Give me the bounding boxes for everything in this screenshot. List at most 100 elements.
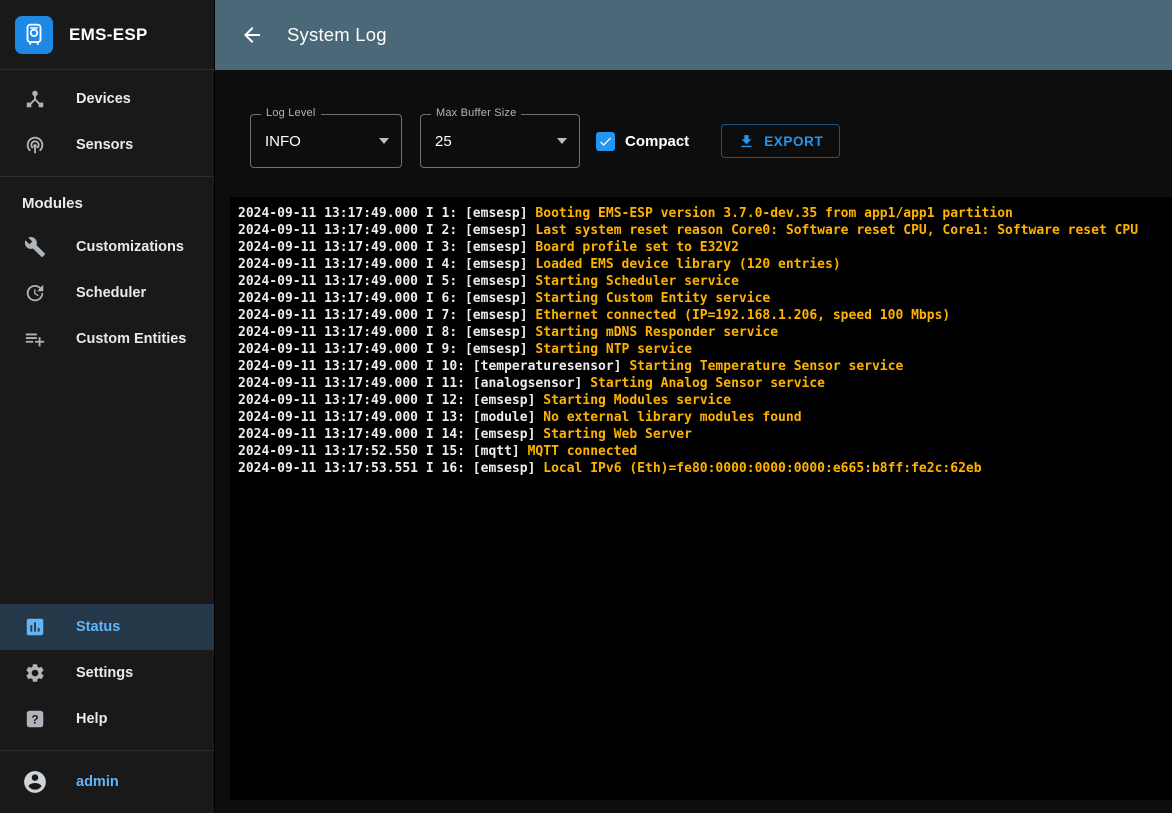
log-entry: 2024-09-11 13:17:49.000 I 11: [analogsen… <box>238 375 1164 392</box>
sidebar-item-sensors[interactable]: Sensors <box>0 122 214 168</box>
max-buffer-size-select-value: 25 <box>435 133 557 150</box>
log-entry: 2024-09-11 13:17:49.000 I 1: [emsesp] Bo… <box>238 205 1164 222</box>
app-logo <box>15 16 53 54</box>
log-entry-message: Starting NTP service <box>535 342 692 357</box>
download-icon <box>738 133 755 150</box>
export-button-label: EXPORT <box>764 134 823 149</box>
log-entry: 2024-09-11 13:17:49.000 I 13: [module] N… <box>238 409 1164 426</box>
sidebar-nav-top: Devices Sensors <box>0 70 214 168</box>
log-entry-meta: 2024-09-11 13:17:49.000 I 11: [analogsen… <box>238 376 590 391</box>
max-buffer-size-select[interactable]: Max Buffer Size 25 <box>420 114 580 168</box>
log-entry-meta: 2024-09-11 13:17:49.000 I 5: [emsesp] <box>238 274 535 289</box>
log-entry-message: Booting EMS-ESP version 3.7.0-dev.35 fro… <box>535 206 1012 221</box>
log-entry-meta: 2024-09-11 13:17:49.000 I 2: [emsesp] <box>238 223 535 238</box>
system-log-output: 2024-09-11 13:17:49.000 I 1: [emsesp] Bo… <box>230 197 1172 800</box>
sidebar-item-custom-entities[interactable]: Custom Entities <box>0 316 214 362</box>
sidebar: EMS-ESP Devices Sensors Modules <box>0 0 215 813</box>
export-button[interactable]: EXPORT <box>721 124 840 158</box>
log-level-select-value: INFO <box>265 133 379 150</box>
bar-chart-icon <box>24 616 46 638</box>
log-entry-message: Starting Modules service <box>543 393 731 408</box>
compact-checkbox-wrap[interactable]: Compact <box>596 132 689 151</box>
sidebar-item-settings[interactable]: Settings <box>0 650 214 696</box>
log-entry: 2024-09-11 13:17:52.550 I 15: [mqtt] MQT… <box>238 443 1164 460</box>
sidebar-item-status[interactable]: Status <box>0 604 214 650</box>
username-label: admin <box>76 774 119 790</box>
compact-checkbox[interactable] <box>596 132 615 151</box>
log-entry-message: Starting Analog Sensor service <box>590 376 825 391</box>
device-hub-icon <box>24 88 46 110</box>
playlist-add-icon <box>24 328 46 350</box>
log-entry-meta: 2024-09-11 13:17:49.000 I 7: [emsesp] <box>238 308 535 323</box>
log-controls: Log Level INFO Max Buffer Size 25 Compac… <box>250 114 1154 168</box>
sidebar-item-label: Status <box>76 619 120 635</box>
log-entry: 2024-09-11 13:17:49.000 I 4: [emsesp] Lo… <box>238 256 1164 273</box>
sidebar-item-label: Scheduler <box>76 285 146 301</box>
help-icon: ? <box>24 708 46 730</box>
compact-checkbox-label: Compact <box>625 133 689 150</box>
log-level-select-label: Log Level <box>261 107 321 119</box>
log-entry-meta: 2024-09-11 13:17:49.000 I 10: [temperatu… <box>238 359 629 374</box>
gear-icon <box>24 662 46 684</box>
log-entry-meta: 2024-09-11 13:17:49.000 I 14: [emsesp] <box>238 427 543 442</box>
log-entry: 2024-09-11 13:17:49.000 I 9: [emsesp] St… <box>238 341 1164 358</box>
log-entry-message: No external library modules found <box>543 410 801 425</box>
log-entry-message: Loaded EMS device library (120 entries) <box>535 257 840 272</box>
sidebar-item-help[interactable]: ? Help <box>0 696 214 742</box>
log-entry: 2024-09-11 13:17:49.000 I 3: [emsesp] Bo… <box>238 239 1164 256</box>
log-entry-meta: 2024-09-11 13:17:52.550 I 15: [mqtt] <box>238 444 528 459</box>
log-entry-message: Starting Temperature Sensor service <box>629 359 903 374</box>
log-entry: 2024-09-11 13:17:49.000 I 5: [emsesp] St… <box>238 273 1164 290</box>
log-entry-message: Local IPv6 (Eth)=fe80:0000:0000:0000:e66… <box>543 461 981 476</box>
sidebar-spacer <box>0 362 214 604</box>
clock-update-icon <box>24 282 46 304</box>
check-icon <box>598 134 613 149</box>
wrench-icon <box>24 236 46 258</box>
system-log-content: Log Level INFO Max Buffer Size 25 Compac… <box>215 70 1172 813</box>
sidebar-item-label: Customizations <box>76 239 184 255</box>
sidebar-item-devices[interactable]: Devices <box>0 76 214 122</box>
log-entry: 2024-09-11 13:17:49.000 I 10: [temperatu… <box>238 358 1164 375</box>
user-menu[interactable]: admin <box>0 751 214 813</box>
log-entry-meta: 2024-09-11 13:17:49.000 I 13: [module] <box>238 410 543 425</box>
sensors-icon <box>24 134 46 156</box>
log-level-select[interactable]: Log Level INFO <box>250 114 402 168</box>
account-circle-icon <box>22 769 48 795</box>
chevron-down-icon <box>379 138 389 144</box>
log-entry-message: Starting Web Server <box>543 427 692 442</box>
log-entry-message: Starting mDNS Responder service <box>535 325 778 340</box>
max-buffer-size-select-label: Max Buffer Size <box>431 107 521 119</box>
log-entry-message: Board profile set to E32V2 <box>535 240 739 255</box>
log-entry: 2024-09-11 13:17:49.000 I 2: [emsesp] La… <box>238 222 1164 239</box>
sidebar-nav-modules: Customizations Scheduler Custom Entities <box>0 224 214 362</box>
sidebar-nav-bottom: Status Settings ? Help <box>0 604 214 742</box>
log-entry-meta: 2024-09-11 13:17:53.551 I 16: [emsesp] <box>238 461 543 476</box>
log-entry: 2024-09-11 13:17:49.000 I 14: [emsesp] S… <box>238 426 1164 443</box>
log-entry: 2024-09-11 13:17:49.000 I 7: [emsesp] Et… <box>238 307 1164 324</box>
boiler-logo-icon <box>21 22 47 48</box>
log-entry-meta: 2024-09-11 13:17:49.000 I 3: [emsesp] <box>238 240 535 255</box>
ems-esp-app: EMS-ESP Devices Sensors Modules <box>0 0 1172 813</box>
sidebar-item-label: Sensors <box>76 137 133 153</box>
svg-text:?: ? <box>31 713 38 727</box>
log-entry-message: Ethernet connected (IP=192.168.1.206, sp… <box>535 308 950 323</box>
sidebar-header: EMS-ESP <box>0 0 214 70</box>
main-area: System Log Log Level INFO Max Buffer Siz… <box>215 0 1172 813</box>
sidebar-item-customizations[interactable]: Customizations <box>0 224 214 270</box>
app-title: EMS-ESP <box>69 25 148 45</box>
sidebar-item-label: Devices <box>76 91 131 107</box>
arrow-left-icon <box>240 23 264 47</box>
app-bar: System Log <box>215 0 1172 70</box>
log-entry-message: MQTT connected <box>528 444 638 459</box>
log-entry: 2024-09-11 13:17:49.000 I 12: [emsesp] S… <box>238 392 1164 409</box>
log-entry-message: Starting Custom Entity service <box>535 291 770 306</box>
sidebar-item-scheduler[interactable]: Scheduler <box>0 270 214 316</box>
log-entry: 2024-09-11 13:17:49.000 I 8: [emsesp] St… <box>238 324 1164 341</box>
sidebar-item-label: Help <box>76 711 107 727</box>
log-entry-meta: 2024-09-11 13:17:49.000 I 1: [emsesp] <box>238 206 535 221</box>
back-button[interactable] <box>239 22 265 48</box>
chevron-down-icon <box>557 138 567 144</box>
log-entry-meta: 2024-09-11 13:17:49.000 I 9: [emsesp] <box>238 342 535 357</box>
sidebar-item-label: Settings <box>76 665 133 681</box>
log-entry-meta: 2024-09-11 13:17:49.000 I 12: [emsesp] <box>238 393 543 408</box>
